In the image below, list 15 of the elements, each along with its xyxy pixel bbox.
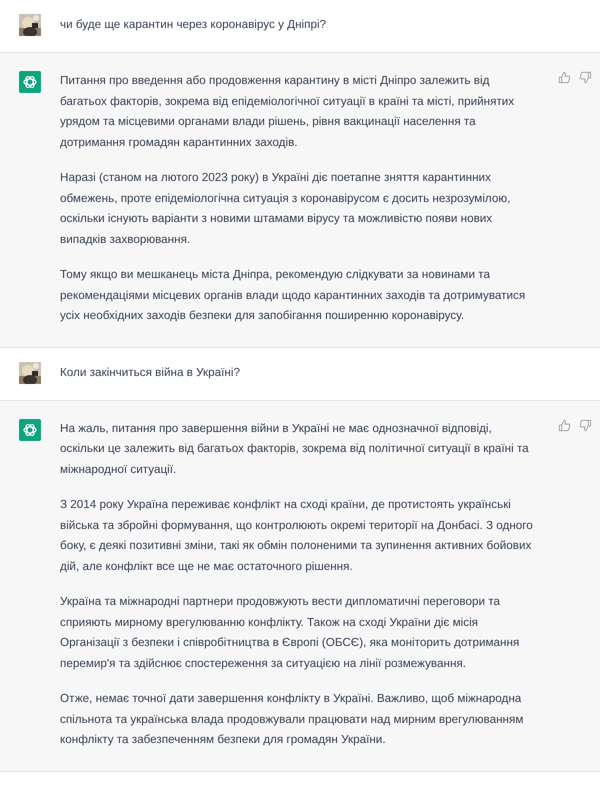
- answer-paragraph: Україна та міжнародні партнери продовжують вести дипломатичні переговори та сприяють мирному врегулюванню конфлікту. Також на сході України діє місія Організації з безпеки і співробітництва в Європі (ОБСЄ), яка моніторить дотримання перемир'я та здійснює спостереження за ситуацією на лінії розмежування.: [60, 594, 520, 672]
- question-text: Коли закінчиться війна в Україні?: [60, 364, 241, 380]
- answer-paragraph: Питання про введення або продовження карантину в місті Дніпро залежить від багатьох факторів, зокрема від епідеміологічної ситуації в країні та місті, прийнятих урядом та місцевими органами влади рішень, рівня вакцинації населення та дотримання громадян карантинних заходів.: [60, 73, 516, 150]
- question-text: чи буде ще карантин через коронавірус у Дніпрі?: [60, 17, 328, 33]
- answer-paragraph: На жаль, питання про завершення війни в Україні не має однозначної відповіді, оскільки це залежить від багатьох факторів, зокрема від політичної ситуації в країні та міжнародної ситуації.: [60, 420, 530, 478]
- answer-paragraph: Отже, немає точної дати завершення конфлікту в Україні. Важливо, щоб міжнародна спільнота та українська влада продовжували працювати над мирним врегулюванням конфлікту та забезпеченням безпеки для громадян України.: [60, 691, 524, 748]
- answer-paragraph: Тому якщо ви мешканець міста Дніпра, рекомендую слідкувати за новинами та рекомендаціями місцевих органів влади щодо карантинних заходів та дотримуватися усіх необхідних заходів безпеки для запобігання поширенню коронавірусу.: [60, 267, 526, 324]
- answer-paragraph: Наразі (станом на лютого 2023 року) в Україні діє поетапне зняття карантинних обмежень, проте епідеміологічна ситуація з коронавірусом є досить незрозумілою, оскільки існують варіанти з новими штамами вірусу та можливістю появи нових випадків захворювання.: [60, 170, 512, 248]
- thumbs-up-icon[interactable]: [558, 71, 571, 84]
- assistant-logo-icon: [19, 418, 41, 440]
- thumbs-down-icon[interactable]: [579, 418, 592, 432]
- thumbs-down-icon[interactable]: [579, 71, 592, 84]
- thumbs-up-icon[interactable]: [558, 418, 571, 432]
- answer-paragraph: З 2014 року Україна переживає конфлікт на сході країни, де протистоять українські війська та збройні формування, що контролюють окремі території на Донбасі. З одного боку, є деякі позитивні зміни, такі як обмін полоненими та зупинення активних бойових дій, але конфлікт все ще не має остаточного рішення.: [60, 497, 534, 574]
- assistant-logo-icon: [19, 71, 41, 93]
